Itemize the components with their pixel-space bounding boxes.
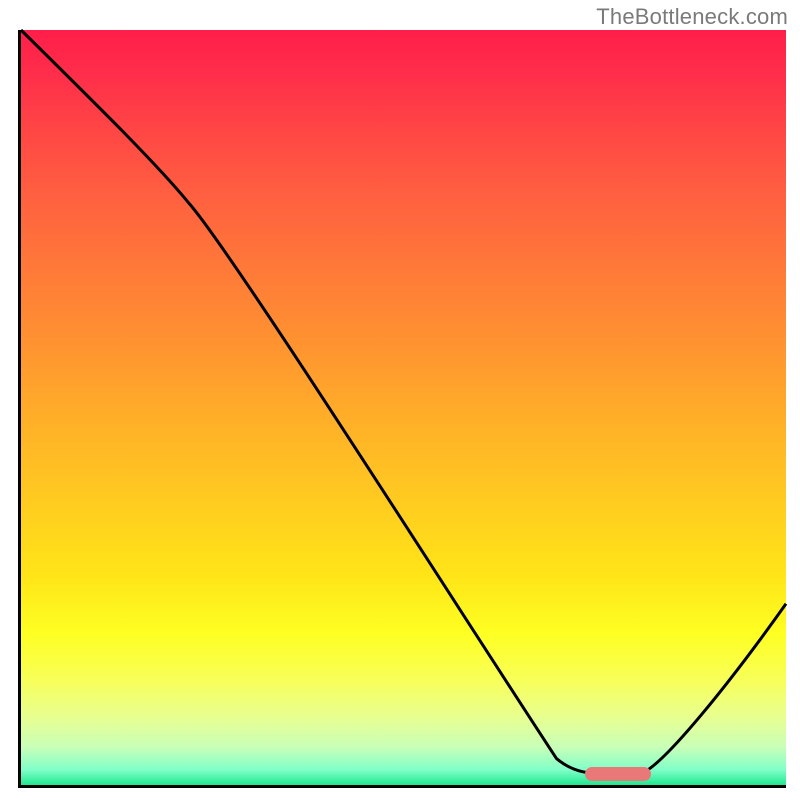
watermark-text: TheBottleneck.com [596,4,788,30]
bottleneck-curve-path [21,30,786,774]
plot-area [18,30,786,788]
chart-svg [21,30,786,785]
optimal-range-marker [585,767,650,781]
